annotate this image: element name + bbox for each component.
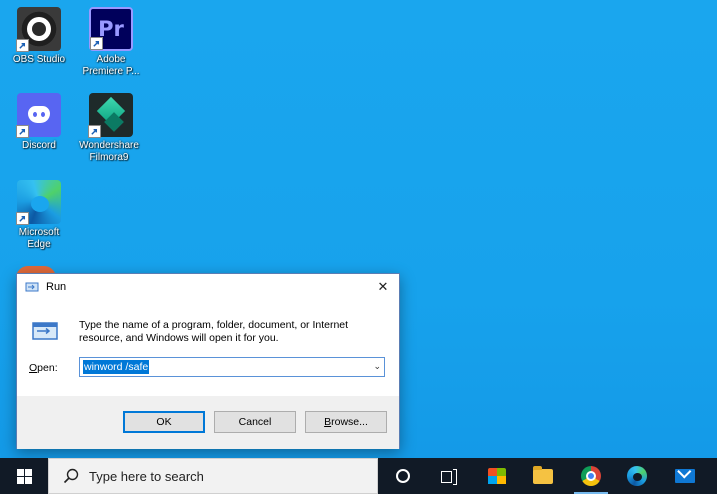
run-titlebar[interactable]: Run: [17, 274, 399, 300]
taskbar-search-box[interactable]: Type here to search: [48, 458, 378, 494]
taskbar-edge[interactable]: [614, 458, 660, 494]
shortcut-arrow-icon: [16, 39, 29, 52]
taskbar: Type here to search: [0, 458, 717, 494]
run-program-icon: [31, 320, 59, 342]
taskbar-microsoft-store[interactable]: [474, 458, 520, 494]
desktop-icon-label: Microsoft Edge: [18, 227, 60, 250]
mail-icon: [675, 469, 695, 483]
chrome-icon: [581, 466, 601, 486]
desktop-icon-adobe-premiere[interactable]: Pr Adobe Premiere P...: [75, 7, 147, 78]
shortcut-arrow-icon: [90, 37, 103, 50]
taskbar-chrome[interactable]: [568, 458, 614, 494]
shortcut-arrow-icon: [88, 125, 101, 138]
desktop-icon-label: OBS Studio: [12, 54, 66, 65]
run-dialog: Run ✕ Type the name of a program, folder…: [16, 273, 400, 449]
run-title-icon: [25, 281, 39, 293]
desktop-icon-microsoft-edge[interactable]: Microsoft Edge: [3, 180, 75, 251]
search-icon: [63, 468, 79, 484]
ok-button[interactable]: OK: [123, 411, 205, 433]
taskbar-cortana[interactable]: [380, 458, 426, 494]
edge-icon: [627, 466, 647, 486]
desktop-icon-label: Adobe Premiere P...: [82, 54, 140, 77]
store-icon: [488, 468, 506, 484]
windows-logo-icon: [16, 468, 32, 484]
desktop-icon-discord[interactable]: Discord: [3, 93, 75, 152]
obs-studio-icon: [16, 7, 61, 52]
cancel-button[interactable]: Cancel: [214, 411, 296, 433]
chevron-down-icon[interactable]: ⌄: [373, 361, 381, 372]
taskbar-mail[interactable]: [662, 458, 708, 494]
run-title-text: Run: [46, 281, 67, 293]
browse-button[interactable]: Browse...: [305, 411, 387, 433]
taskbar-task-view[interactable]: [426, 458, 472, 494]
filmora-icon: [88, 93, 133, 138]
discord-icon: [16, 93, 61, 138]
open-label: Open:: [29, 362, 58, 374]
open-input-value[interactable]: winword /safe: [83, 360, 150, 374]
shortcut-arrow-icon: [16, 212, 29, 225]
shortcut-arrow-icon: [16, 125, 29, 138]
desktop-icon-obs-studio[interactable]: OBS Studio: [3, 7, 75, 66]
run-footer: OK Cancel Browse...: [17, 396, 399, 449]
folder-icon: [533, 465, 553, 484]
close-icon[interactable]: ✕: [373, 277, 393, 297]
taskbar-file-explorer[interactable]: [520, 458, 566, 494]
start-button[interactable]: [0, 458, 48, 494]
cortana-icon: [396, 469, 410, 483]
desktop-icon-label: Discord: [22, 140, 56, 151]
search-placeholder: Type here to search: [89, 468, 204, 484]
desktop-icon-filmora[interactable]: Wondershare Filmora9: [75, 93, 147, 164]
task-view-icon: [441, 469, 457, 485]
run-description: Type the name of a program, folder, docu…: [79, 319, 349, 344]
edge-icon: [16, 180, 61, 225]
premiere-icon: Pr: [89, 7, 133, 51]
open-input[interactable]: winword /safe ⌄: [79, 357, 385, 377]
desktop-icon-label: Wondershare Filmora9: [79, 140, 139, 163]
run-body: Type the name of a program, folder, docu…: [17, 300, 399, 396]
